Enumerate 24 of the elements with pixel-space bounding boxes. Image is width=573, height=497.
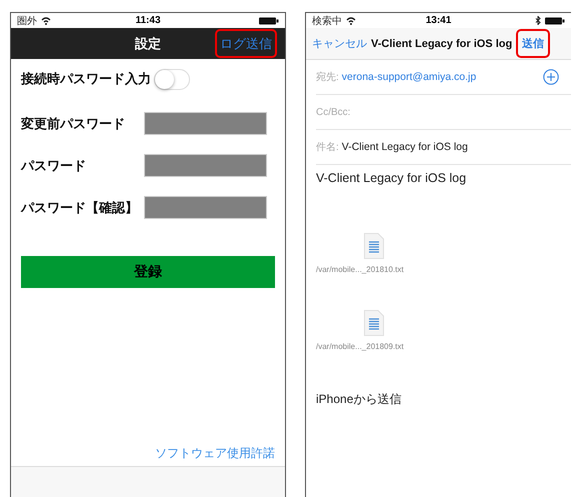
mail-title: V-Client Legacy for iOS log (371, 38, 512, 50)
signature-text: iPhoneから送信 (316, 391, 402, 408)
field-label: パスワード【確認】 (21, 198, 139, 216)
clock-time: 13:41 (426, 15, 452, 26)
send-log-button[interactable]: ログ送信 (215, 29, 277, 58)
recipient-address[interactable]: verona-support@amiya.co.jp (342, 71, 476, 83)
clock-time: 11:43 (135, 15, 161, 26)
license-link[interactable]: ソフトウェア使用許諾 (155, 445, 275, 462)
attachment-name: /var/mobile..._201809.txt (316, 342, 405, 351)
register-button[interactable]: 登録 (21, 256, 275, 288)
subject-text: V-Client Legacy for iOS log (342, 141, 468, 153)
field-label: パスワード (21, 156, 87, 174)
subject-label: 件名: (316, 141, 339, 154)
field-label: 変更前パスワード (21, 114, 126, 132)
toggle-label: 接続時パスワード入力 (21, 70, 151, 88)
attachment-name: /var/mobile..._201810.txt (316, 265, 405, 274)
cancel-button[interactable]: キャンセル (312, 36, 367, 51)
cc-bcc-label: Cc/Bcc: (316, 106, 350, 118)
send-button[interactable]: 送信 (516, 29, 550, 58)
nav-title: 設定 (135, 34, 161, 52)
body-text: V-Client Legacy for iOS log (316, 171, 468, 185)
to-label: 宛先: (316, 70, 339, 84)
carrier-label: 圏外 (17, 14, 37, 28)
carrier-label: 検索中 (312, 14, 342, 28)
